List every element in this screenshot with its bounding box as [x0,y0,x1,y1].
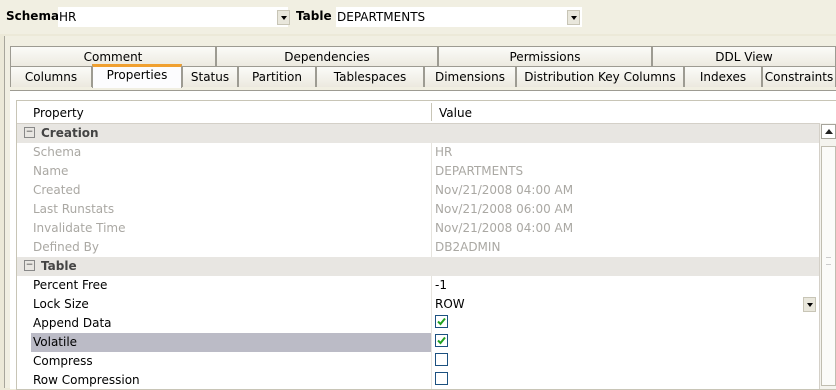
tab-partition[interactable]: Partition [238,66,316,87]
table-value: DEPARTMENTS [337,10,426,24]
table-combo[interactable]: DEPARTMENTS [336,7,582,27]
property-row[interactable]: Created Nov/21/2008 04:00 AM [17,181,819,200]
table-dropdown-icon[interactable] [567,10,580,25]
property-name: Defined By [33,240,99,254]
property-name: Created [33,183,81,197]
property-row-compress[interactable]: Compress [17,352,819,371]
property-name: Row Compression [33,373,140,387]
schema-value: HR [59,10,77,24]
toolbar: Schema HR Table DEPARTMENTS [0,0,836,34]
tab-indexes[interactable]: Indexes [684,66,762,87]
compress-checkbox[interactable] [435,353,448,366]
property-value: HR [435,145,453,159]
collapse-icon[interactable]: − [24,127,35,138]
vertical-scrollbar[interactable] [819,123,836,389]
scroll-up-icon[interactable] [821,124,836,139]
property-row[interactable]: Last Runstats Nov/21/2008 06:00 AM [17,200,819,219]
append-data-checkbox[interactable] [435,315,448,328]
category-label: Creation [41,126,99,140]
property-value: DB2ADMIN [435,240,501,254]
property-value: Nov/21/2008 06:00 AM [435,202,574,216]
schema-dropdown-icon[interactable] [277,10,290,25]
property-row[interactable]: Schema HR [17,143,819,162]
percent-free-field[interactable]: -1 [435,278,819,295]
property-row[interactable]: Name DEPARTMENTS [17,162,819,181]
lock-size-select[interactable]: ROW [435,297,819,314]
tab-status[interactable]: Status [182,66,238,87]
col-property-header[interactable]: Property [29,101,84,123]
property-row-percent-free[interactable]: Percent Free -1 [17,276,819,295]
tab-dependencies[interactable]: Dependencies [216,46,438,67]
property-name: Invalidate Time [33,221,126,235]
property-row[interactable]: Invalidate Time Nov/21/2008 04:00 AM [17,219,819,238]
property-name: Lock Size [33,297,89,311]
category-table[interactable]: − Table [17,257,819,276]
tab-dimensions[interactable]: Dimensions [424,66,516,87]
header-divider[interactable] [431,103,432,121]
table-label: Table [296,9,332,23]
tab-constraints[interactable]: Constraints [762,66,836,87]
schema-label: Schema [6,9,60,23]
property-row-append-data[interactable]: Append Data [17,314,819,333]
property-value: Nov/21/2008 04:00 AM [435,221,574,235]
property-name: Volatile [33,335,78,349]
tab-tablespaces[interactable]: Tablespaces [316,66,424,87]
lock-size-dropdown-icon[interactable] [803,297,816,312]
property-row-lock-size[interactable]: Lock Size ROW [17,295,819,314]
volatile-checkbox[interactable] [435,334,448,347]
grid-header: Property Value [17,101,836,124]
property-name: Percent Free [33,278,108,292]
tab-permissions[interactable]: Permissions [438,46,652,67]
col-value-header[interactable]: Value [435,101,472,123]
property-grid: Property Value − Creation Schema HR Name D… [16,100,836,390]
tab-columns[interactable]: Columns [10,66,92,87]
tab-distribution-key-columns[interactable]: Distribution Key Columns [516,66,684,87]
property-row-row-compression[interactable]: Row Compression [17,371,819,389]
collapse-icon[interactable]: − [24,260,35,271]
property-name: Compress [33,354,93,368]
property-name: Append Data [33,316,112,330]
property-name: Last Runstats [33,202,115,216]
schema-combo[interactable]: HR [58,7,290,27]
property-value: Nov/21/2008 04:00 AM [435,183,574,197]
property-value: DEPARTMENTS [435,164,524,178]
property-name: Name [33,164,69,178]
category-label: Table [41,259,77,273]
scroll-thumb[interactable] [821,146,836,386]
row-compression-checkbox[interactable] [435,372,448,385]
property-row-volatile[interactable]: Volatile [17,333,819,352]
category-creation[interactable]: − Creation [17,124,819,143]
property-row[interactable]: Defined By DB2ADMIN [17,238,819,257]
tab-ddl-view[interactable]: DDL View [652,46,836,67]
tab-properties[interactable]: Properties [92,64,182,88]
property-name: Schema [33,145,82,159]
